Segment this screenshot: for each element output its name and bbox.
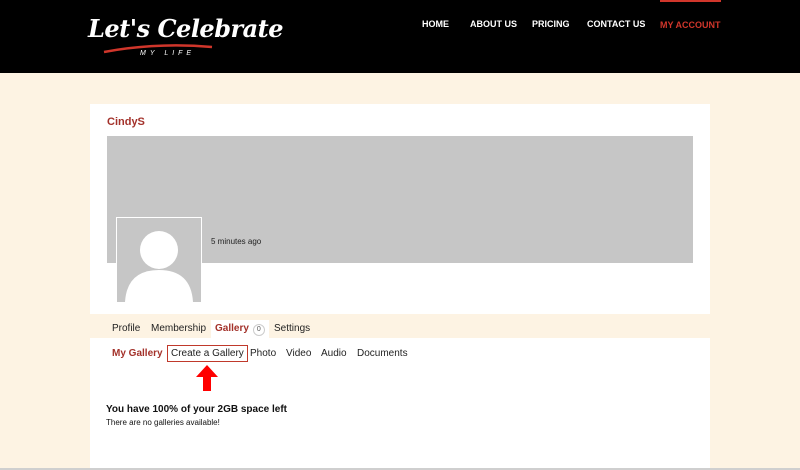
profile-username: CindyS (107, 116, 145, 128)
profile-card: CindyS 5 minutes ago (90, 104, 710, 314)
subnav-documents[interactable]: Documents (357, 348, 408, 359)
tab-gallery-label: Gallery (215, 323, 249, 334)
subnav-video[interactable]: Video (286, 348, 311, 359)
subnav-my-gallery[interactable]: My Gallery (112, 348, 163, 359)
profile-timestamp: 5 minutes ago (211, 237, 262, 246)
storage-space-title: You have 100% of your 2GB space left (106, 404, 287, 415)
site-header: Let's Celebrate MY LIFE HOME ABOUT US PR… (0, 0, 800, 73)
nav-contact-us[interactable]: CONTACT US (587, 0, 645, 48)
gallery-count-badge: 0 (252, 324, 265, 336)
no-galleries-message: There are no galleries available! (106, 418, 220, 427)
tab-settings[interactable]: Settings (274, 323, 310, 334)
subnav-photo[interactable]: Photo (250, 348, 276, 359)
nav-pricing[interactable]: PRICING (532, 0, 570, 48)
user-silhouette-icon (125, 231, 193, 302)
nav-my-account[interactable]: MY ACCOUNT (660, 0, 721, 50)
site-logo[interactable]: Let's Celebrate MY LIFE (88, 14, 284, 60)
tab-gallery[interactable]: Gallery 0 (211, 320, 269, 338)
tab-profile[interactable]: Profile (112, 323, 140, 334)
gallery-panel: My Gallery Create a Gallery Photo Video … (90, 338, 710, 470)
tab-membership[interactable]: Membership (151, 323, 206, 334)
logo-text: Let's Celebrate (88, 14, 284, 43)
profile-tabs: Profile Membership Gallery 0 Settings (90, 320, 710, 338)
subnav-audio[interactable]: Audio (321, 348, 347, 359)
nav-about-us[interactable]: ABOUT US (470, 0, 517, 48)
red-up-arrow-icon (196, 365, 218, 391)
logo-subtext: MY LIFE (140, 50, 196, 57)
avatar[interactable] (116, 217, 202, 303)
nav-home[interactable]: HOME (422, 0, 449, 48)
create-gallery-button[interactable]: Create a Gallery (167, 345, 248, 362)
